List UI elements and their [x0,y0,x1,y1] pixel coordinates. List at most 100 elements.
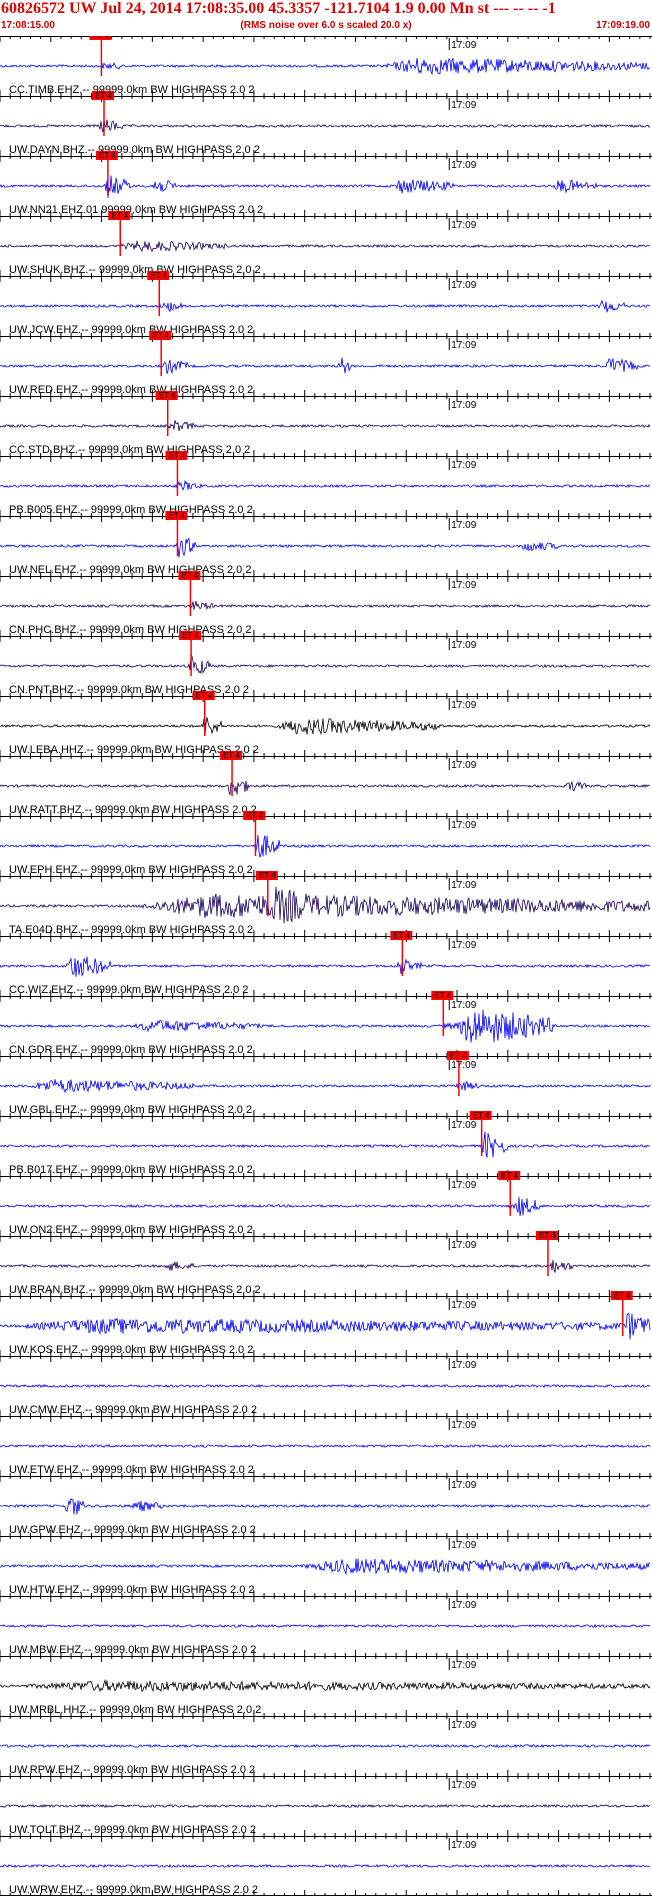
waveform-trace [0,1131,651,1158]
time-tick-label: 17:09 [451,880,476,891]
pick-label: ET 4 [393,931,410,940]
trace-panel: 17:09 ET 4 UW.EPH.EHZ.-- 99999.0km BW HIGH… [0,811,652,876]
trace-label: UW.KOS.EHZ.-- 99999.0km BW HIGHPASS 2.0 … [9,1344,253,1356]
trace-panel: 17:09 UW.GPW.EHZ.-- 99999.0km BW HIGHPASS… [0,1476,652,1536]
pick-label: ET 4 [450,1051,467,1060]
waveform-trace [0,537,651,558]
trace-panel: 17:09 ET 4 UW.NN21.EHZ.01 99999.0km BW HIG… [0,151,652,216]
trace-label: UW.HTW.EHZ.-- 99999.0km BW HIGHPASS 2.0 … [9,1584,255,1596]
pick-label: ET 4 [168,451,185,460]
time-tick-label: 17:09 [451,1780,476,1791]
trace-panel: 17:09 ET 4 UW.ON2.EHZ.-- 99999.0km BW HIGH… [0,1171,652,1236]
pick-label: ET 4 [196,691,213,700]
pick-label: ET 4 [168,511,185,520]
waveform-trace [0,1009,650,1043]
time-tick-label: 17:09 [451,220,476,231]
waveform-trace [0,240,651,253]
trace-label: CC.STD.BHZ.-- 99999.0km BW HIGHPASS 2.0 … [9,444,250,456]
trace-label: UW.MBW.EHZ.-- 99999.0km BW HIGHPASS 2.0 … [9,1644,256,1656]
trace-panel: 17:09 ET 4 UW.NEL.EHZ.-- 99999.0km BW HIGH… [0,511,652,576]
trace-panel: 17:09 ET 4 CC.TIMB.EHZ.-- 99999.0km BW HIG… [0,36,652,96]
end-time-label: 17:09:19.00 [596,20,650,31]
time-tick-label: 17:09 [451,460,476,471]
time-tick-label: 17:09 [451,280,476,291]
seismogram-panel: 17:09ET 4CC.TIMB.EHZ.-- 99999.0km BW HIG… [0,36,652,1896]
trace-label: UW.WRW.EHZ.-- 99999.0km BW HIGHPASS 2.0 … [9,1884,258,1896]
trace-label: UW.GBL.EHZ.-- 99999.0km BW HIGHPASS 2.0 … [9,1104,252,1116]
pick-label: ET 4 [223,751,240,760]
pick-label: ET 4 [259,871,276,880]
trace-panel: 17:09 UW.MBW.EHZ.-- 99999.0km BW HIGHPASS… [0,1596,652,1656]
time-tick-label: 17:09 [451,1420,476,1431]
trace-panel: 17:09ET 4CN.PNT.BHZ.-- 99999.0km BW HIGH… [0,631,652,696]
waveform-trace [0,1196,651,1217]
trace-panel: 17:09 ET 4 UW.DAYN.BHZ.-- 99999.0km BW HIG… [0,91,652,156]
trace-label: UW.TOLT.BHZ.-- 99999.0km BW HIGHPASS 2.0… [9,1824,256,1836]
trace-label: CC.WIZ.EHZ.-- 99999.0km BW HIGHPASS 2.0 … [9,984,248,996]
pick-label: ET 4 [181,571,198,580]
waveform-trace [0,1079,651,1094]
waveform-trace [0,780,651,796]
waveform-trace [0,956,651,977]
time-tick-label: 17:09 [451,1540,476,1551]
trace-label: TA.E04D.BHZ.-- 99999.0km BW HIGHPASS 2.0… [9,924,253,936]
trace-panel: 17:09ET 4 PB.B017.EHZ.-- 99999.0km BW HIG… [0,1111,652,1176]
time-tick-label: 17:09 [451,1720,476,1731]
trace-label: UW.NEL.EHZ.-- 99999.0km BW HIGHPASS 2.0 … [9,564,251,576]
trace-panel: 17:09 ET 4 PB.B005.EHZ.-- 99999.0km BW HIG… [0,451,652,516]
trace-label: UW.RATT.BHZ.-- 99999.0km BW HIGHPASS 2.0… [9,804,257,816]
pick-label: ET 4 [501,1171,518,1180]
trace-label: UW.MRBL.HHZ.-- 99999.0km BW HIGHPASS 2.0… [9,1704,261,1716]
trace-label: UW.DAYN.BHZ.-- 99999.0km BW HIGHPASS 2.0… [9,144,260,156]
pick-label: ET 4 [182,631,199,640]
plot-header: 60826572 UW Jul 24, 2014 17:08:35.00 45.… [0,0,652,36]
waveform-trace [0,1558,651,1576]
waveform-trace [0,1743,651,1749]
pick-label: ET 4 [539,1231,556,1240]
pick-label: ET 4 [246,811,263,820]
pick-label: ET 4 [99,151,116,160]
trace-label: UW.BRAN.BHZ.-- 99999.0km BW HIGHPASS 2.0… [9,1284,261,1296]
time-tick-label: 17:09 [451,340,476,351]
time-tick-label: 17:09 [451,1660,476,1671]
trace-label: UW.RED.EHZ.-- 99999.0km BW HIGHPASS 2.0 … [9,384,253,396]
trace-panel: 17:09 ET 4 UW.SHUK.BHZ.-- 99999.0km BW HIG… [0,211,652,276]
waveform-trace [0,1443,651,1448]
pick-label: ET 4 [95,91,112,100]
waveform-trace [0,600,651,611]
time-tick-label: 17:09 [451,1480,476,1491]
waveform-trace [0,1679,651,1693]
pick-label: ET 4 [473,1111,490,1120]
trace-label: UW.CMW.EHZ.-- 99999.0km BW HIGHPASS 2.0 … [9,1404,257,1416]
waveform-trace [0,654,651,675]
time-tick-label: 17:09 [451,40,476,51]
trace-label: UW.NN21.EHZ.01 99999.0km BW HIGHPASS 2.0… [9,204,263,216]
time-tick-label: 17:09 [451,100,476,111]
trace-panel: 17:09 UW.ETW.EHZ.-- 99999.0km BW HIGHPASS… [0,1416,652,1476]
pick-label: ET 4 [92,36,109,40]
waveform-trace [0,835,651,858]
trace-label: UW.SHUK.BHZ.-- 99999.0km BW HIGHPASS 2.0… [9,264,261,276]
waveform-trace [0,57,651,76]
time-tick-label: 17:09 [451,160,476,171]
pick-label: ET 4 [152,331,169,340]
trace-panel: 17:09 UW.WRW.EHZ.-- 99999.0km BW HIGHPASS… [0,1836,652,1896]
trace-panel: 17:09 ET 4 CC.WIZ.EHZ.-- 99999.0km BW HIGH… [0,931,652,996]
waveform-trace [0,1383,651,1389]
pick-label: ET 4 [111,211,128,220]
trace-panel: 17:09ET 4UW.LEBA.HHZ.-- 99999.0km BW HIG… [0,691,652,756]
waveform-trace [0,1623,651,1629]
time-tick-label: 17:09 [451,640,476,651]
trace-panel: 17:09 ET 4 UW.BRAN.BHZ.-- 99999.0km BW HIG… [0,1231,652,1296]
trace-panel: 17:09 UW.TOLT.BHZ.-- 99999.0km BW HIGHPAS… [0,1776,652,1836]
time-tick-label: 17:09 [451,1000,476,1011]
trace-panel: 17:09 ET 4 UW.KOS.EHZ.-- 99999.0km BW HIGH… [0,1291,652,1356]
time-tick-label: 17:09 [451,940,476,951]
event-title: 60826572 UW Jul 24, 2014 17:08:35.00 45.… [1,0,556,17]
trace-panel: 17:09 ET 4 CC.STD.BHZ.-- 99999.0km BW HIGH… [0,391,652,456]
trace-panel: 17:09 ET 4 UW.RED.EHZ.-- 99999.0km BW HIGH… [0,331,652,396]
trace-label: PB.B005.EHZ.-- 99999.0km BW HIGHPASS 2.0… [9,504,253,516]
trace-panel: 17:09ET 4 CN.GDR.EHZ.-- 99999.0km BW HIGH… [0,991,652,1056]
pick-label: ET 4 [150,271,167,280]
trace-label: UW.RPW.EHZ.-- 99999.0km BW HIGHPASS 2.0 … [9,1764,255,1776]
